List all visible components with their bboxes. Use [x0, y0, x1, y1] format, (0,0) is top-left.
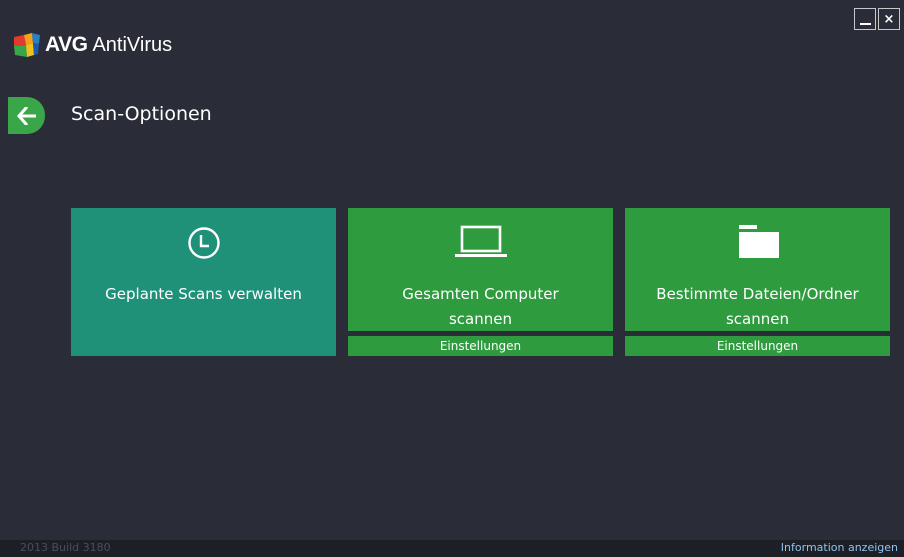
minimize-button[interactable] — [854, 8, 876, 30]
close-button[interactable]: × — [878, 8, 900, 30]
brand-name: AVG — [45, 33, 88, 56]
folder-icon — [738, 225, 779, 258]
laptop-icon — [454, 225, 507, 257]
tile-label-line-2: scannen — [448, 310, 512, 328]
tile-label-line-2: scannen — [725, 310, 789, 328]
show-information-link[interactable]: Information anzeigen — [781, 541, 898, 554]
scan-whole-computer-tile[interactable]: Gesamten Computer scannen — [348, 208, 613, 331]
tile-label-line-1: Gesamten Computer — [402, 285, 559, 303]
clock-icon — [187, 227, 220, 259]
manage-scheduled-scans-tile[interactable]: Geplante Scans verwalten — [71, 208, 336, 356]
files-folders-settings-button[interactable]: Einstellungen — [625, 336, 890, 356]
app-logo: AVG AntiVirus — [14, 33, 172, 57]
product-name: AntiVirus — [92, 33, 173, 56]
tile-label: Geplante Scans verwalten — [105, 285, 302, 303]
minimize-icon — [859, 22, 871, 25]
tile-label-line-1: Bestimmte Dateien/Ordner — [656, 285, 859, 303]
window-controls: × — [854, 8, 900, 30]
avg-main-window: × AVG AntiVirus Scan-Optionen Geplante S… — [0, 0, 904, 557]
page-title: Scan-Optionen — [71, 103, 212, 125]
version-label: 2013 Build 3180 — [20, 541, 111, 554]
whole-computer-settings-button[interactable]: Einstellungen — [348, 336, 613, 356]
back-button[interactable] — [8, 97, 45, 134]
arrow-left-icon — [16, 106, 36, 125]
status-bar: 2013 Build 3180 Information anzeigen — [0, 540, 904, 557]
avg-logo-icon — [14, 33, 40, 57]
scan-files-folders-tile[interactable]: Bestimmte Dateien/Ordner scannen — [625, 208, 890, 331]
close-icon: × — [883, 11, 895, 27]
